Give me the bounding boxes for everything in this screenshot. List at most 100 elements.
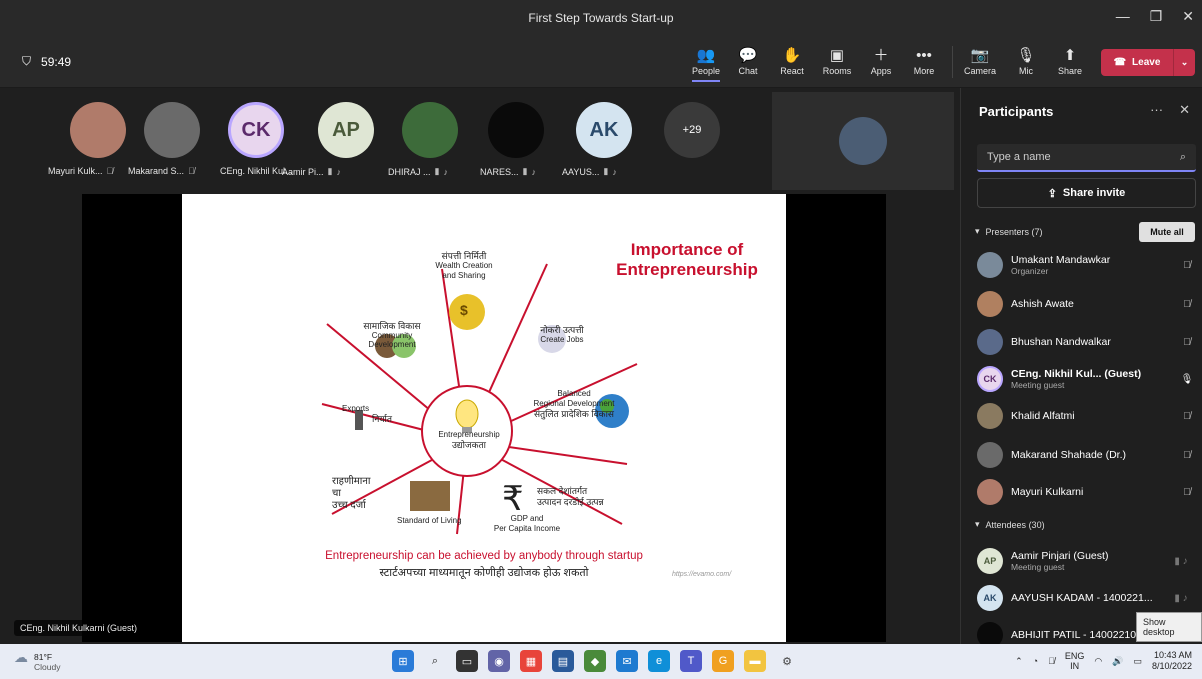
- language-indicator[interactable]: ENG IN: [1065, 651, 1085, 671]
- people-button[interactable]: 👥 People: [686, 42, 726, 82]
- share-invite-button[interactable]: ⇪ Share invite: [977, 178, 1196, 208]
- rooms-button[interactable]: ▣ Rooms: [817, 42, 857, 82]
- mute-all-button[interactable]: Mute all: [1139, 222, 1195, 242]
- camera-button[interactable]: 📷 Camera: [960, 42, 1000, 82]
- presenter-name-tag: CEng. Nikhil Kulkarni (Guest): [14, 620, 144, 636]
- participant-row[interactable]: Khalid Alfatmi 🎙̸: [977, 401, 1199, 431]
- more-button[interactable]: ••• More: [904, 42, 944, 82]
- mic-off-icon: 🎙̸: [1183, 298, 1191, 310]
- maximize-icon[interactable]: ❐: [1150, 8, 1163, 25]
- app-icon[interactable]: ▦: [520, 650, 542, 672]
- living-label: राहणीमाना चा उच्च दर्जा: [332, 476, 371, 511]
- battery-icon[interactable]: ▭: [1133, 656, 1142, 667]
- mic-on-icon: 🎙: [1180, 373, 1194, 385]
- edge-icon[interactable]: e: [648, 650, 670, 672]
- app-icon[interactable]: ◆: [584, 650, 606, 672]
- camera-off-icon: ▮: [327, 166, 333, 176]
- share-button[interactable]: ⬆ Share: [1050, 42, 1090, 82]
- minimize-icon[interactable]: —: [1116, 8, 1130, 25]
- participant-row[interactable]: CK CEng. Nikhil Kul... (Guest) Meeting gu…: [977, 364, 1199, 394]
- chat-icon: 💬: [738, 47, 758, 64]
- mic-off-icon: 🎙̸: [1183, 259, 1191, 271]
- settings-icon[interactable]: ⚙: [776, 650, 798, 672]
- show-desktop-tooltip: Show desktop: [1136, 612, 1202, 642]
- mic-off-icon: 🎙: [1016, 47, 1036, 64]
- mic-off-icon: 🎙̸: [1183, 336, 1191, 348]
- wifi-icon[interactable]: ◠: [1094, 656, 1102, 667]
- avatar: [977, 252, 1003, 278]
- money-symbol: $: [460, 302, 468, 318]
- wealth-label: संपत्ती निर्मिती Wealth Creation and Sha…: [435, 251, 493, 280]
- participant-name: CEng. Nikhil Kul... (Guest): [1011, 368, 1142, 380]
- attendee-row[interactable]: AP Aamir Pinjari (Guest) Meeting guest ▮ …: [977, 546, 1199, 576]
- participant-tile[interactable]: Makarand S... 🎙̸: [128, 102, 210, 176]
- participant-tile[interactable]: CK CEng. Nikhil Kul...: [218, 102, 294, 176]
- weather-widget[interactable]: ☁ 81°F Cloudy: [14, 650, 60, 672]
- more-icon: •••: [916, 47, 932, 64]
- leave-main[interactable]: ☎ Leave: [1101, 57, 1173, 68]
- task-view-icon[interactable]: ▭: [456, 650, 478, 672]
- participant-row[interactable]: Makarand Shahade (Dr.) 🎙̸: [977, 440, 1199, 470]
- close-icon[interactable]: ✕: [1182, 8, 1194, 25]
- mic-off-icon: ♪: [612, 166, 617, 177]
- react-icon: ✋: [782, 47, 802, 64]
- avatar: CK: [977, 366, 1003, 392]
- more-options-icon[interactable]: ···: [1150, 102, 1163, 118]
- participant-tile[interactable]: DHIRAJ ... ▮ ♪: [388, 102, 468, 177]
- mic-off-icon[interactable]: 🎙̸: [1048, 656, 1055, 666]
- attendee-row[interactable]: AK AAYUSH KADAM - 1400221... ▮ ♪: [977, 583, 1199, 613]
- react-button[interactable]: ✋ React: [772, 42, 812, 82]
- leave-button[interactable]: ☎ Leave ⌄: [1101, 49, 1195, 76]
- region-code: IN: [1070, 661, 1080, 671]
- chevron-down-icon: ⌄: [1180, 57, 1189, 67]
- attendees-section-header[interactable]: ▾ Attendees (30): [975, 519, 1045, 530]
- chat-icon[interactable]: ◉: [488, 650, 510, 672]
- chat-button[interactable]: 💬 Chat: [728, 42, 768, 82]
- standard-of-living-label: Standard of Living: [397, 516, 462, 525]
- participant-tile[interactable]: AP Aamir Pi... ▮ ♪: [282, 102, 384, 177]
- clock[interactable]: 10:43 AM 8/10/2022: [1152, 650, 1192, 672]
- teams-icon[interactable]: T: [680, 650, 702, 672]
- avatar: [977, 442, 1003, 468]
- overflow-count: +29: [664, 102, 720, 158]
- participant-row[interactable]: Umakant Mandawkar Organizer 🎙̸: [977, 250, 1199, 280]
- start-icon[interactable]: ⊞: [392, 650, 414, 672]
- camera-off-icon: ▮: [434, 166, 440, 176]
- share-invite-label: Share invite: [1062, 187, 1126, 199]
- network-icon[interactable]: ◔: [1033, 656, 1038, 666]
- time: 10:43 AM: [1153, 650, 1192, 660]
- participant-row[interactable]: Mayuri Kulkarni 🎙̸: [977, 477, 1199, 507]
- calculator-icon[interactable]: ▤: [552, 650, 574, 672]
- close-panel-icon[interactable]: ✕: [1179, 102, 1190, 118]
- participant-tile[interactable]: Mayuri Kulk... 🎙̸: [48, 102, 136, 176]
- people-icon: 👥: [696, 47, 716, 64]
- participant-search-input[interactable]: Type a name ⌕: [977, 144, 1196, 172]
- mic-button[interactable]: 🎙 Mic: [1006, 42, 1046, 82]
- jobs-label: नोकरी उत्पत्ती Create Jobs: [540, 325, 584, 345]
- participant-row[interactable]: Bhushan Nandwalkar 🎙̸: [977, 327, 1199, 357]
- camera-off-icon: ▮: [522, 166, 528, 176]
- search-icon[interactable]: ⌕: [424, 650, 446, 672]
- center-label: Entrepreneurship उद्योजकता: [438, 430, 500, 450]
- more-participants[interactable]: +29: [654, 102, 730, 158]
- title-bar: First Step Towards Start-up — ❐ ✕: [0, 0, 1202, 36]
- app-icon[interactable]: G: [712, 650, 734, 672]
- presenters-label: Presenters (7): [985, 226, 1043, 237]
- avatar: [977, 479, 1003, 505]
- mail-icon[interactable]: ✉: [616, 650, 638, 672]
- camera-mic-off-icon: ▮ ♪: [1174, 592, 1188, 604]
- volume-icon[interactable]: 🔊: [1112, 656, 1123, 667]
- window-title: First Step Towards Start-up: [528, 11, 674, 25]
- self-view-tile[interactable]: [772, 92, 954, 190]
- mic-off-icon: 🎙̸: [1183, 410, 1191, 422]
- leave-dropdown[interactable]: ⌄: [1173, 49, 1195, 76]
- chevron-up-icon[interactable]: ⌃: [1015, 656, 1023, 667]
- apps-button[interactable]: ＋ Apps: [861, 42, 901, 82]
- participant-row[interactable]: Ashish Awate 🎙̸: [977, 289, 1199, 319]
- participant-tile[interactable]: NARES... ▮ ♪: [478, 102, 554, 177]
- participant-role: Organizer: [1011, 266, 1049, 276]
- camera-off-icon: 📷: [970, 47, 990, 64]
- file-explorer-icon[interactable]: ▬: [744, 650, 766, 672]
- participant-tile[interactable]: AK AAYUS... ▮ ♪: [562, 102, 642, 177]
- presenters-section-header[interactable]: ▾ Presenters (7): [975, 226, 1043, 237]
